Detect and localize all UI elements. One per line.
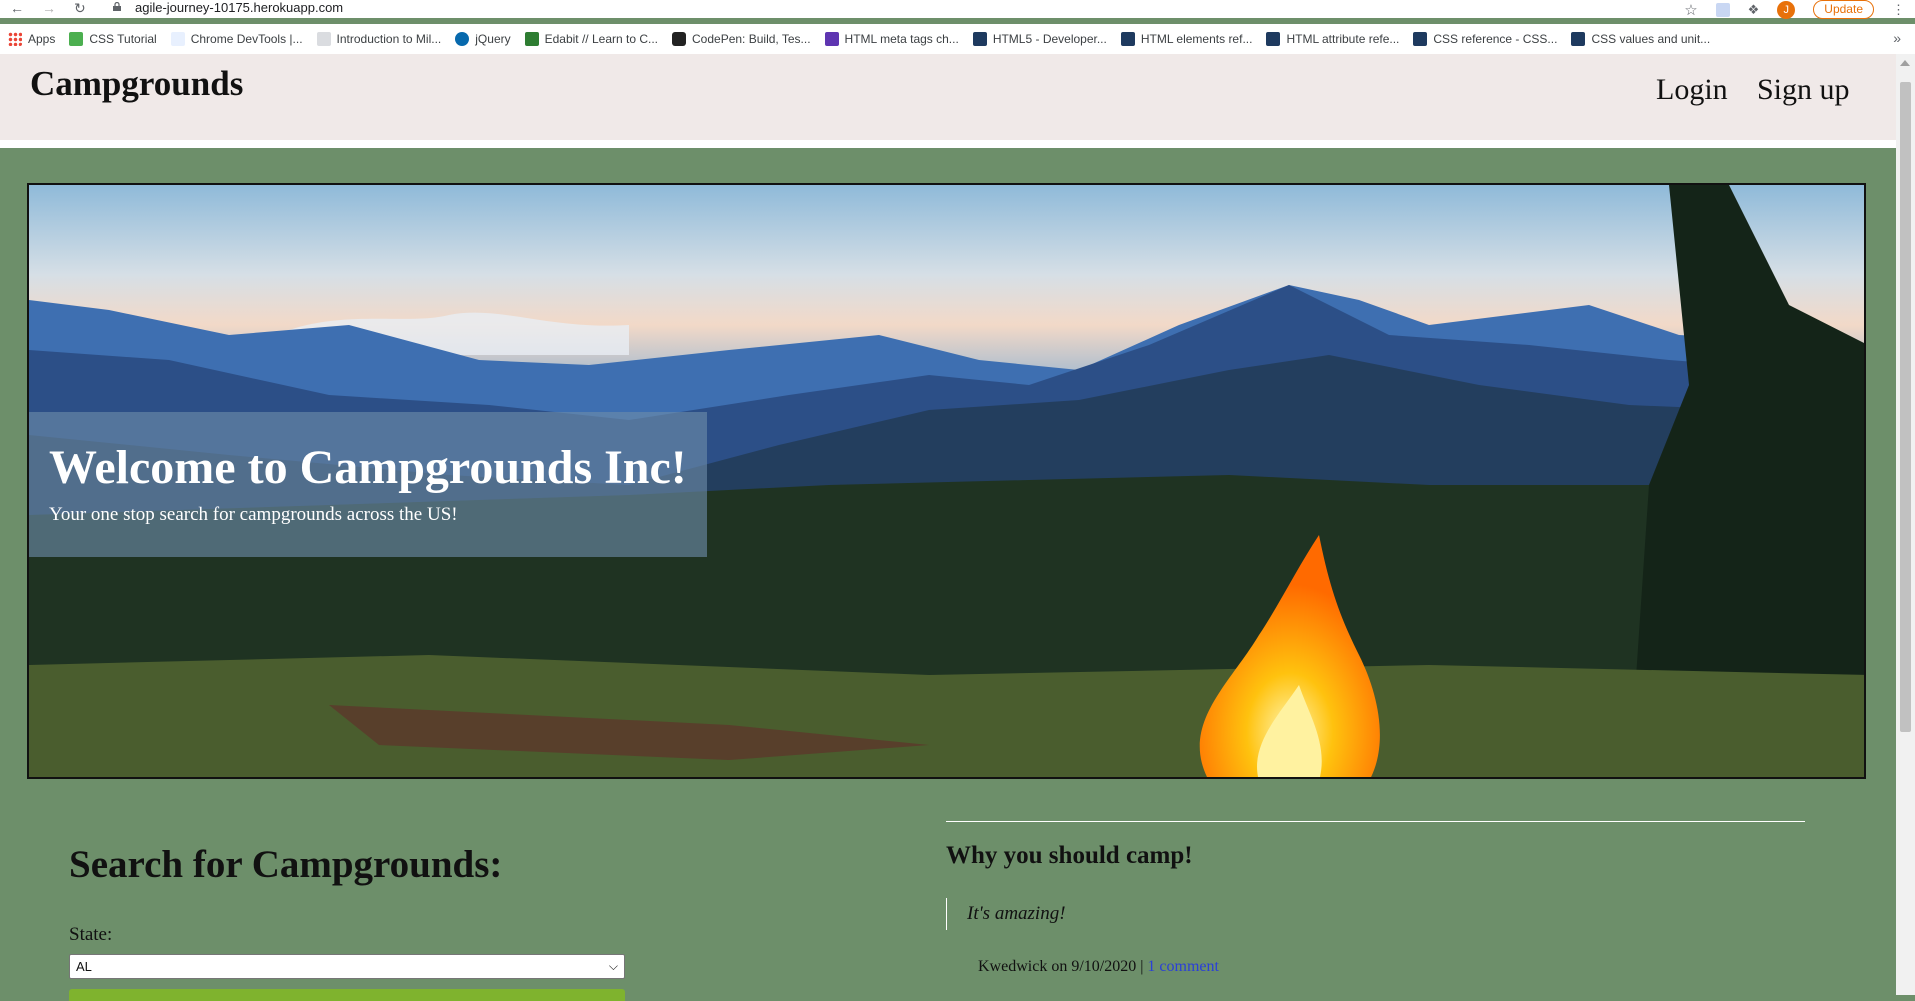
extensions-puzzle-icon[interactable]: ❖ xyxy=(1748,2,1760,18)
comments-link[interactable]: 1 comment xyxy=(1147,958,1219,975)
profile-avatar[interactable]: J xyxy=(1777,0,1796,19)
edabit-icon xyxy=(524,32,539,46)
signup-link[interactable]: Sign up xyxy=(1757,73,1850,107)
menu-kebab-icon[interactable]: ⋮ xyxy=(1892,2,1905,18)
mdn-icon xyxy=(1120,32,1135,46)
bookmark-css-tutorial[interactable]: CSS Tutorial xyxy=(69,32,157,46)
mdn-icon xyxy=(972,32,987,46)
chevron-down-icon: ⌵ xyxy=(608,959,618,973)
bookmark-label: HTML5 - Developer... xyxy=(992,32,1107,46)
hero-banner: Welcome to Campgrounds Inc! Your one sto… xyxy=(27,183,1866,779)
bookmark-label: CodePen: Build, Tes... xyxy=(692,32,811,46)
scroll-up-arrow-icon[interactable] xyxy=(1900,60,1910,66)
browser-address-bar: ← → ↻ agile-journey-10175.herokuapp.com … xyxy=(0,0,1915,19)
bookmark-label: CSS values and unit... xyxy=(1591,32,1711,46)
bookmark-label: CSS reference - CSS... xyxy=(1433,32,1558,46)
bookmark-label: jQuery xyxy=(475,32,511,46)
why-camp-heading: Why you should camp! xyxy=(946,842,1193,869)
bookmark-apps[interactable]: Apps xyxy=(8,32,55,46)
w3-icon xyxy=(69,32,84,46)
bookmark-jquery[interactable]: jQuery xyxy=(455,32,511,46)
bookmark-label: HTML meta tags ch... xyxy=(844,32,959,46)
apps-grid-icon xyxy=(8,32,22,46)
search-heading: Search for Campgrounds: xyxy=(69,843,503,886)
update-button[interactable]: Update xyxy=(1813,0,1874,19)
bookmark-css-values[interactable]: CSS values and unit... xyxy=(1571,32,1710,46)
back-arrow-icon[interactable]: ← xyxy=(10,0,24,16)
bookmark-label: HTML elements ref... xyxy=(1140,32,1253,46)
bookmark-html-elements[interactable]: HTML elements ref... xyxy=(1120,32,1253,46)
bookmark-css-reference[interactable]: CSS reference - CSS... xyxy=(1413,32,1557,46)
url-text[interactable]: agile-journey-10175.herokuapp.com xyxy=(135,0,343,15)
bookmark-star-icon[interactable]: ☆ xyxy=(1684,1,1697,19)
hero-text-panel: Welcome to Campgrounds Inc! Your one sto… xyxy=(29,412,707,557)
quote-text: It's amazing! xyxy=(967,903,1066,924)
jquery-icon xyxy=(455,32,470,46)
hero-title: Welcome to Campgrounds Inc! xyxy=(49,441,687,494)
hero-subtitle: Your one stop search for campgrounds acr… xyxy=(49,504,458,525)
search-button[interactable] xyxy=(69,989,625,1001)
lock-icon xyxy=(113,2,121,11)
bookmark-label: Apps xyxy=(28,32,56,46)
bookmark-codepen[interactable]: CodePen: Build, Tes... xyxy=(672,32,811,46)
bookmark-chrome-devtools[interactable]: Chrome DevTools |... xyxy=(170,32,303,46)
state-label: State: xyxy=(69,924,113,945)
bookmark-label: Edabit // Learn to C... xyxy=(544,32,659,46)
code-icon xyxy=(170,32,185,46)
section-divider xyxy=(946,821,1805,822)
bookmark-label: Introduction to Mil... xyxy=(336,32,442,46)
page-icon xyxy=(316,32,331,46)
bookmark-label: Chrome DevTools |... xyxy=(190,32,303,46)
meta-icon xyxy=(824,32,839,46)
mdn-icon xyxy=(1266,32,1281,46)
bookmark-html-attribute[interactable]: HTML attribute refe... xyxy=(1266,32,1399,46)
author-name: Kwedwick xyxy=(978,958,1048,975)
forward-arrow-icon[interactable]: → xyxy=(42,0,56,16)
brand-logo[interactable]: Campgrounds xyxy=(30,64,243,104)
mdn-icon xyxy=(1571,32,1586,46)
login-link[interactable]: Login xyxy=(1656,73,1728,107)
scrollbar-thumb[interactable] xyxy=(1900,82,1911,732)
more-bookmarks-icon[interactable]: » xyxy=(1893,30,1901,46)
bookmark-edabit[interactable]: Edabit // Learn to C... xyxy=(524,32,659,46)
codepen-icon xyxy=(672,32,687,46)
testimonial-quote: It's amazing! xyxy=(946,898,1066,930)
bookmarks-bar: Apps CSS Tutorial Chrome DevTools |... I… xyxy=(0,24,1915,54)
extension-icon[interactable] xyxy=(1715,2,1730,17)
bookmark-html5[interactable]: HTML5 - Developer... xyxy=(972,32,1107,46)
state-selected-value: AL xyxy=(76,959,92,974)
reload-icon[interactable]: ↻ xyxy=(74,0,86,17)
bookmark-html-meta[interactable]: HTML meta tags ch... xyxy=(824,32,959,46)
bookmark-label: CSS Tutorial xyxy=(89,32,157,46)
bookmark-label: HTML attribute refe... xyxy=(1286,32,1400,46)
byline-on: on xyxy=(1051,958,1068,975)
testimonial-byline: Kwedwick on 9/10/2020 | 1 comment xyxy=(978,958,1219,976)
site-header: Campgrounds Login Sign up xyxy=(0,54,1896,140)
bookmark-intro-mil[interactable]: Introduction to Mil... xyxy=(316,32,442,46)
state-select[interactable]: AL ⌵ xyxy=(69,954,625,979)
header-divider xyxy=(0,140,1896,148)
post-date: 9/10/2020 xyxy=(1071,958,1137,975)
mdn-icon xyxy=(1413,32,1428,46)
byline-separator: | xyxy=(1140,958,1144,975)
